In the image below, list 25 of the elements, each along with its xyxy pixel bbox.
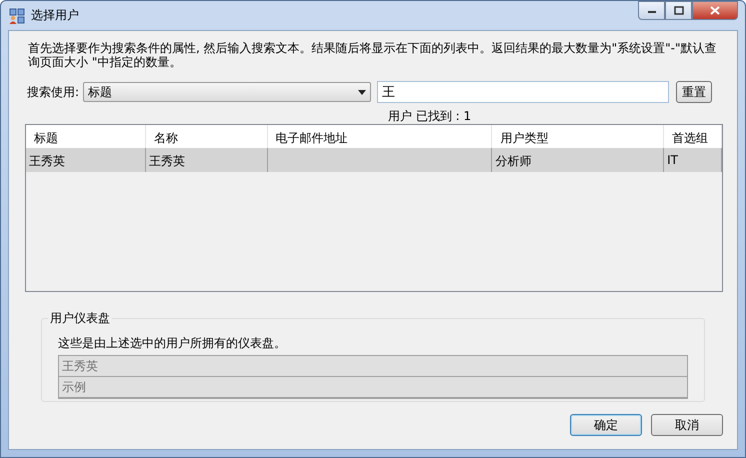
- caret-icon: [358, 90, 366, 94]
- attribute-dropdown[interactable]: 标题: [83, 82, 372, 102]
- table-cell: 王秀英: [29, 154, 65, 168]
- maximize-icon: [674, 6, 684, 15]
- reset-button[interactable]: 重置: [676, 81, 712, 103]
- users-icon: [9, 8, 25, 24]
- cancel-button[interactable]: 取消: [651, 414, 723, 436]
- close-icon: [710, 6, 720, 15]
- search-label: 搜索使用:: [27, 84, 80, 100]
- window-title: 选择用户: [31, 7, 79, 24]
- dashboard-item[interactable]: 示例: [59, 377, 687, 398]
- instruction-text: 首先选择要作为搜索条件的属性, 然后输入搜索文本。结果随后将显示在下面的列表中。返回结果的最大数量为"系统设置"-"默认查询页面大小 "中指定的数量。: [28, 41, 718, 69]
- dashboard-note: 这些是由上述选中的用户所拥有的仪表盘。: [58, 335, 287, 352]
- dashboard-item[interactable]: 王秀英: [59, 356, 687, 377]
- search-field[interactable]: 王: [377, 81, 670, 103]
- result-count: 用户 已找到 : 1: [388, 108, 472, 124]
- ok-button[interactable]: 确定: [570, 414, 642, 436]
- table-cell: IT: [667, 153, 678, 167]
- maximize-button[interactable]: [665, 1, 692, 20]
- close-button[interactable]: [692, 1, 738, 20]
- table-row[interactable]: 王秀英 王秀英 分析师 IT: [26, 148, 722, 172]
- table-cell: 分析师: [495, 154, 532, 168]
- group-legend: 用户仪表盘: [48, 310, 112, 327]
- minimize-button[interactable]: [638, 1, 665, 20]
- table-cell: 王秀英: [148, 154, 185, 168]
